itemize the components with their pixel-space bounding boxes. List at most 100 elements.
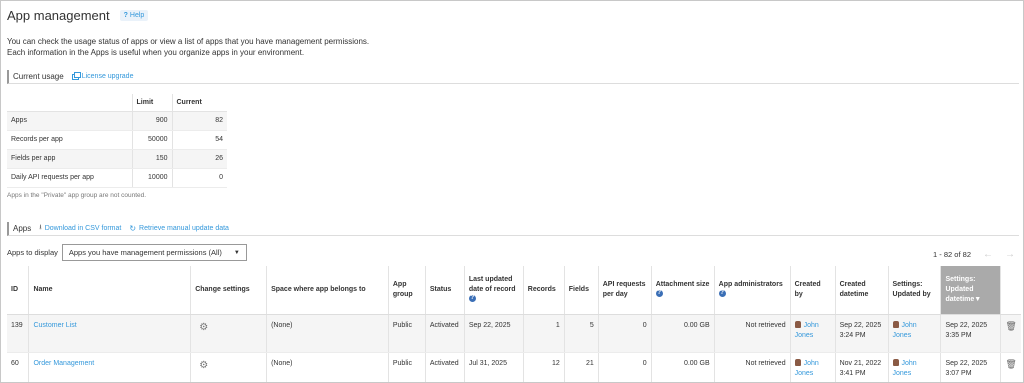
cell-fields: 21 xyxy=(563,352,599,382)
help-button[interactable]: ? Help xyxy=(119,10,149,21)
col-header-created-by[interactable]: Created by xyxy=(789,266,836,315)
description-line-1: You can check the usage status of apps o… xyxy=(7,37,370,46)
trash-icon[interactable]: 🗑 xyxy=(1005,359,1016,369)
cell-app-group: Public xyxy=(387,314,426,353)
usage-current: 82 xyxy=(171,111,227,131)
window-icon xyxy=(71,71,81,80)
usage-label: Daily API requests per app xyxy=(7,168,132,188)
cell-updated-datetime: Sep 22, 2025 3:07 PM xyxy=(940,352,1001,382)
cell-app-group: Public xyxy=(387,352,426,382)
question-icon[interactable]: ? xyxy=(655,290,663,298)
cell-created-datetime: Sep 22, 2025 3:24 PM xyxy=(834,314,889,353)
refresh-icon: ↻ xyxy=(129,224,137,233)
current-usage-title: Current usage xyxy=(13,72,64,81)
pagination-range: 1 - 82 of 82 xyxy=(933,250,971,259)
cell-change-settings: ⚙ xyxy=(190,352,267,382)
col-header-last-updated-label: Last updated date of record xyxy=(468,275,516,293)
usage-label: Records per app xyxy=(7,130,132,150)
description-line-2: Each information in the Apps is useful w… xyxy=(7,48,305,57)
app-name-link[interactable]: Customer List xyxy=(33,322,76,329)
app-name-link[interactable]: Order Management xyxy=(33,360,94,367)
usage-header-blank xyxy=(7,94,132,112)
avatar-icon xyxy=(892,320,899,328)
col-header-attachment[interactable]: Attachment size ? xyxy=(650,266,715,315)
cell-updated-datetime: Sep 22, 2025 3:35 PM xyxy=(940,314,1001,353)
download-icon: ⭳ xyxy=(39,224,42,231)
help-label: Help xyxy=(129,12,145,19)
cell-space: (None) xyxy=(266,352,389,382)
avatar-icon xyxy=(892,358,899,366)
col-header-settings-updated-by[interactable]: Settings: Updated by xyxy=(887,266,941,315)
cell-name: Order Management xyxy=(28,352,191,382)
col-header-settings-updated-datetime[interactable]: Settings: Updated datetime▼ xyxy=(940,266,1001,315)
apps-filter-row: Apps to display Apps you have management… xyxy=(7,244,247,261)
col-header-id[interactable]: ID xyxy=(7,266,29,315)
usage-limit: 10000 xyxy=(131,168,172,188)
cell-actions: 🗑 xyxy=(1000,314,1021,353)
col-header-status[interactable]: Status xyxy=(424,266,465,315)
col-header-last-updated[interactable]: Last updated date of record ? xyxy=(463,266,524,315)
col-header-admins: App administrators ? xyxy=(713,266,791,315)
license-upgrade-link[interactable]: License upgrade xyxy=(71,71,133,80)
apps-header-row: ID Name Change settings Space where app … xyxy=(7,266,1021,315)
page-title: App management xyxy=(7,8,110,23)
chevron-down-icon: ▼ xyxy=(233,249,240,256)
usage-header-limit: Limit xyxy=(131,94,172,112)
usage-limit: 50000 xyxy=(131,130,172,150)
apps-header: Apps ⭳ Download in CSV format ↻ Retrieve… xyxy=(7,222,1019,236)
cell-last-updated: Jul 31, 2025 xyxy=(463,352,524,382)
col-header-fields[interactable]: Fields xyxy=(563,266,599,315)
trash-icon[interactable]: 🗑 xyxy=(1005,321,1016,331)
col-header-space[interactable]: Space where app belongs to xyxy=(266,266,389,315)
download-csv-link[interactable]: ⭳ Download in CSV format xyxy=(39,223,121,234)
previous-page-icon[interactable]: ← xyxy=(983,249,993,260)
cell-change-settings: ⚙ xyxy=(190,314,267,353)
cell-last-updated: Sep 22, 2025 xyxy=(463,314,524,353)
cell-admins: Not retrieved xyxy=(713,314,791,353)
cell-records: 1 xyxy=(522,314,565,353)
current-usage-header: Current usage License upgrade xyxy=(7,70,1019,84)
cell-actions: 🗑 xyxy=(1000,352,1021,382)
title-row: App management ? Help xyxy=(7,8,149,23)
col-header-app-group[interactable]: App group xyxy=(387,266,426,315)
usage-limit: 150 xyxy=(131,149,172,169)
cell-fields: 5 xyxy=(563,314,599,353)
retrieve-manual-update-link[interactable]: ↻ Retrieve manual update data xyxy=(129,224,229,233)
table-row: 60 Order Management ⚙ (None) Public Acti… xyxy=(7,352,1021,382)
download-csv-label: Download in CSV format xyxy=(44,225,122,232)
col-header-actions xyxy=(1000,266,1021,315)
cell-records: 12 xyxy=(522,352,565,382)
col-header-attachment-label: Attachment size xyxy=(655,280,710,288)
cell-status: Activated xyxy=(424,314,465,353)
col-header-created-datetime[interactable]: Created datetime xyxy=(834,266,889,315)
question-icon[interactable]: ? xyxy=(718,290,726,298)
app-management-page: App management ? Help You can check the … xyxy=(0,0,1024,383)
cell-id: 60 xyxy=(7,352,29,382)
gear-icon[interactable]: ⚙ xyxy=(199,360,208,371)
usage-header-row: Limit Current xyxy=(7,94,227,112)
usage-limit: 900 xyxy=(131,111,172,131)
col-header-name[interactable]: Name xyxy=(28,266,191,315)
avatar-icon xyxy=(794,358,801,366)
apps-filter-value: Apps you have management permissions (Al… xyxy=(68,248,222,257)
next-page-icon[interactable]: → xyxy=(1005,249,1015,260)
question-icon[interactable]: ? xyxy=(468,295,476,303)
col-header-records[interactable]: Records xyxy=(522,266,565,315)
cell-api-requests: 0 xyxy=(597,314,652,353)
usage-label: Apps xyxy=(7,111,132,131)
question-icon: ? xyxy=(123,12,128,19)
usage-row: Fields per app 150 26 xyxy=(7,149,227,169)
usage-row: Daily API requests per app 10000 0 xyxy=(7,168,227,188)
pagination: 1 - 82 of 82 ← → xyxy=(933,249,1015,260)
usage-row: Apps 900 82 xyxy=(7,111,227,131)
cell-admins: Not retrieved xyxy=(713,352,791,382)
cell-id: 139 xyxy=(7,314,29,353)
cell-space: (None) xyxy=(266,314,389,353)
col-header-api-requests[interactable]: API requests per day xyxy=(597,266,652,315)
col-header-change-settings: Change settings xyxy=(190,266,267,315)
usage-note: Apps in the "Private" app group are not … xyxy=(7,192,147,199)
cell-name: Customer List xyxy=(28,314,191,353)
apps-filter-select[interactable]: Apps you have management permissions (Al… xyxy=(61,244,247,261)
usage-current: 0 xyxy=(171,168,227,188)
gear-icon[interactable]: ⚙ xyxy=(199,322,208,333)
